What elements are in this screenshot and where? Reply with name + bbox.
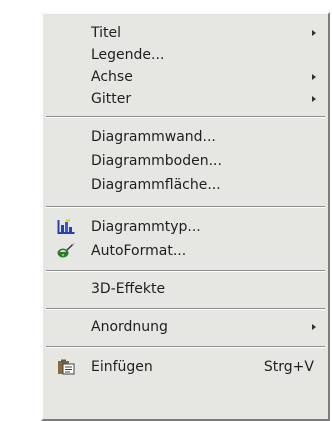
menu-item-autoformat[interactable]: AutoFormat... xyxy=(43,240,328,262)
menu-item-titel[interactable]: Titel xyxy=(43,22,328,44)
submenu-arrow-icon xyxy=(312,74,316,80)
paste-icon xyxy=(58,359,75,375)
menu-item-label: Diagrammwand... xyxy=(91,129,216,145)
menu-item-label: Gitter xyxy=(91,91,132,107)
menu-item-diagrammwand[interactable]: Diagrammwand... xyxy=(43,126,328,148)
menu-item-label: Achse xyxy=(91,69,133,85)
menu-item-achse[interactable]: Achse xyxy=(43,66,328,88)
menu-separator xyxy=(46,346,325,348)
menu-item-label: Legende... xyxy=(91,47,165,63)
screenshot-canvas: Titel Legende... Achse Gitter Diagrammwa… xyxy=(0,0,332,421)
menu-item-einfuegen[interactable]: Einfügen Strg+V xyxy=(43,356,328,378)
menu-item-label: Einfügen xyxy=(91,359,153,375)
shortcut-text: Strg+V xyxy=(263,359,314,375)
menu-item-label: 3D-Effekte xyxy=(91,281,166,297)
menu-item-3d-effekte[interactable]: 3D-Effekte xyxy=(43,278,328,300)
menu-item-legende[interactable]: Legende... xyxy=(43,44,328,66)
autoformat-icon xyxy=(57,243,75,258)
menu-separator xyxy=(46,270,325,272)
chart-type-icon xyxy=(57,219,75,234)
menu-item-diagrammtyp[interactable]: Diagrammtyp... xyxy=(43,216,328,238)
menu-item-label: Diagrammfläche... xyxy=(91,177,221,193)
menu-item-label: Diagrammtyp... xyxy=(91,219,201,235)
menu-separator xyxy=(46,206,325,208)
menu-item-gitter[interactable]: Gitter xyxy=(43,88,328,110)
submenu-arrow-icon xyxy=(312,324,316,330)
menu-item-label: Diagrammboden... xyxy=(91,153,222,169)
submenu-arrow-icon xyxy=(312,30,316,36)
menu-separator xyxy=(46,308,325,310)
menu-item-diagrammboden[interactable]: Diagrammboden... xyxy=(43,150,328,172)
menu-item-label: AutoFormat... xyxy=(91,243,187,259)
menu-separator xyxy=(46,116,325,118)
menu-item-label: Titel xyxy=(91,25,122,41)
chart-context-menu: Titel Legende... Achse Gitter Diagrammwa… xyxy=(41,12,330,421)
menu-item-label: Anordnung xyxy=(91,319,168,335)
menu-item-diagrammflaeche[interactable]: Diagrammfläche... xyxy=(43,174,328,196)
menu-item-anordnung[interactable]: Anordnung xyxy=(43,316,328,338)
submenu-arrow-icon xyxy=(312,96,316,102)
